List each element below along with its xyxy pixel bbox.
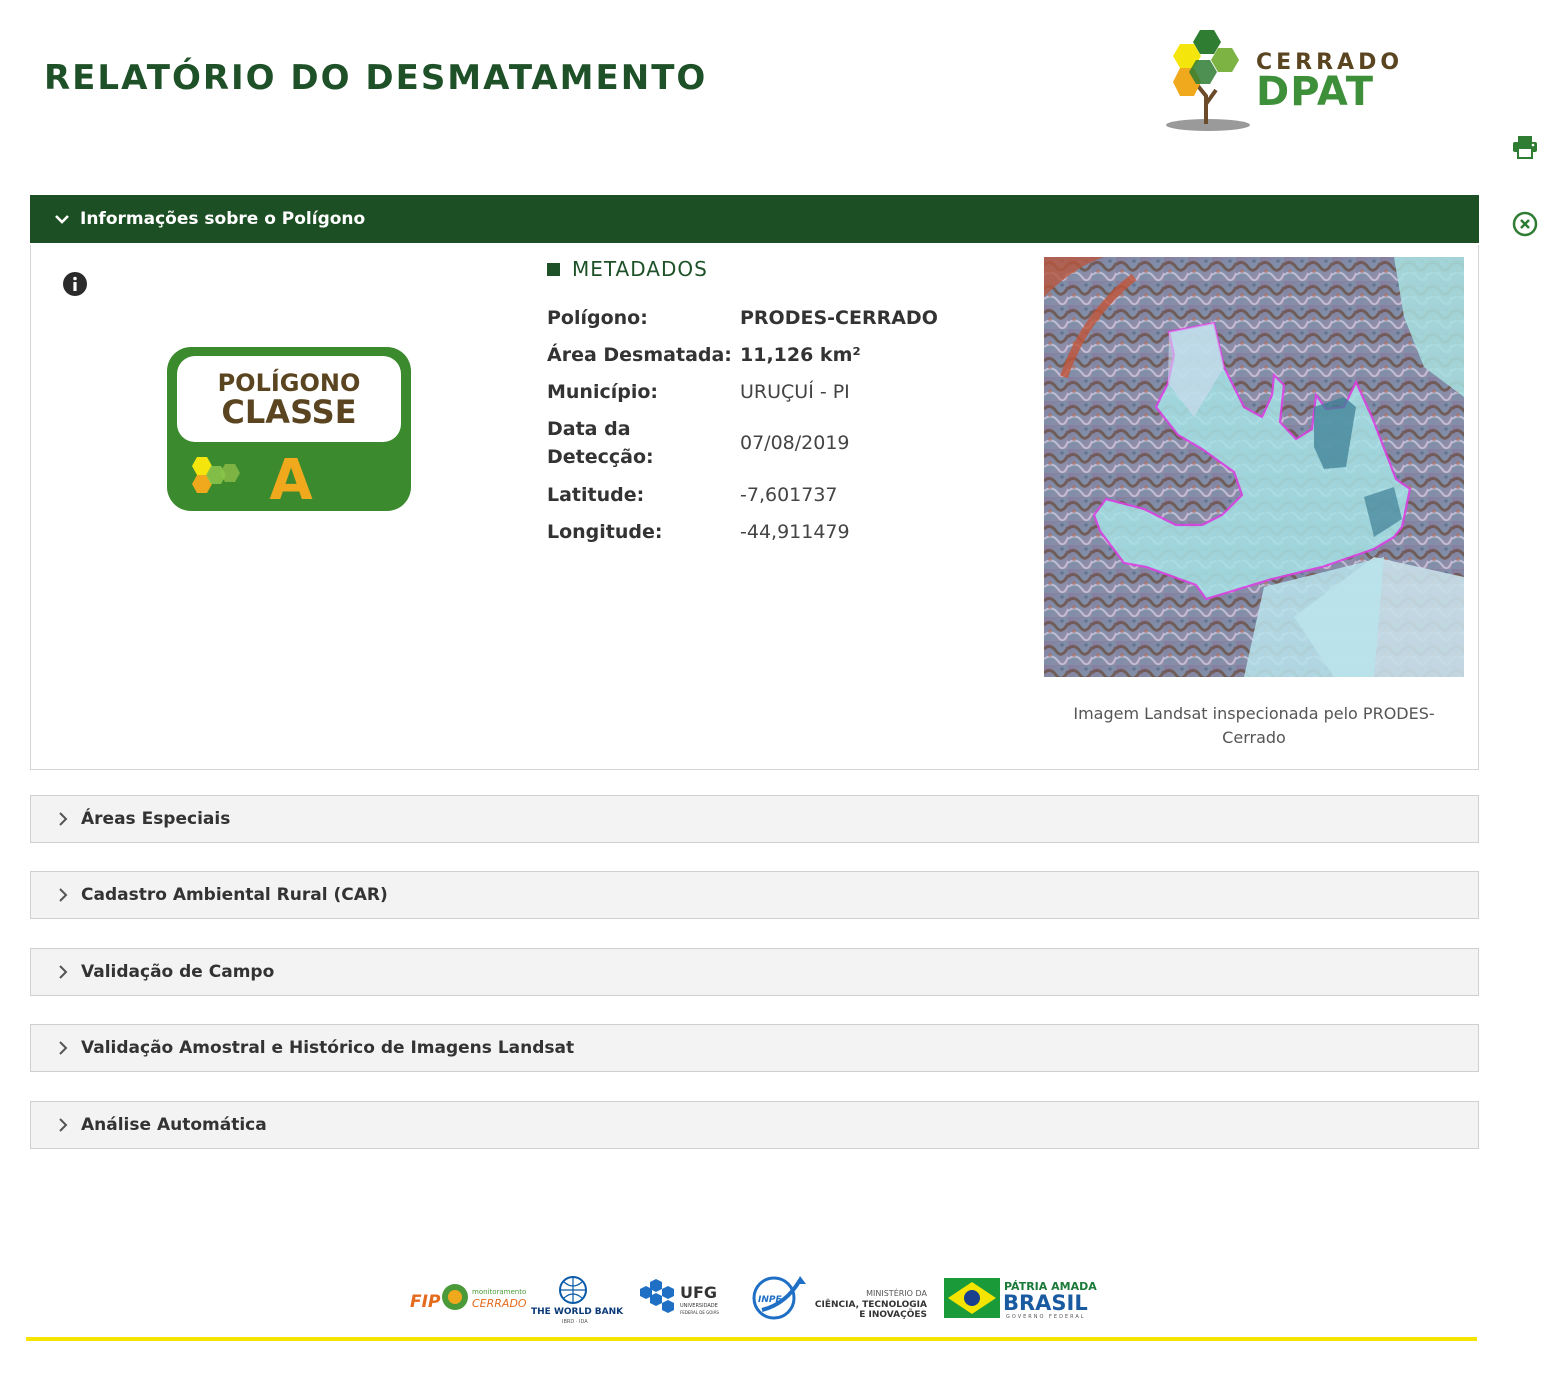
footer-divider xyxy=(26,1337,1477,1341)
metadata-value: -44,911479 xyxy=(740,520,850,543)
chevron-right-icon xyxy=(55,887,71,903)
badge-class-letter: A xyxy=(269,448,313,511)
world-bank-logo: THE WORLD BANK IBRD · IDA xyxy=(531,1276,624,1325)
accordion-header-field-validation[interactable]: Validação de Campo xyxy=(30,948,1479,996)
metadata-heading-text: METADADOS xyxy=(572,257,708,281)
brasil-line3: GOVERNO FEDERAL xyxy=(1006,1314,1086,1320)
metadata-table: Polígono: PRODES-CERRADO Área Desmatada:… xyxy=(547,299,938,550)
metadata-row: Polígono: PRODES-CERRADO xyxy=(547,299,938,336)
ufg-text: UFG xyxy=(680,1283,717,1302)
metadata-key: Município: xyxy=(547,380,659,403)
metadata-key: Data da Detecção: xyxy=(547,418,654,468)
close-circle-icon xyxy=(1512,211,1538,237)
mcti-line3: E INOVAÇÕES xyxy=(859,1308,927,1320)
brasil-gov-logo: PÁTRIA AMADA BRASIL GOVERNO FEDERAL xyxy=(944,1278,1097,1320)
report-page: RELATÓRIO DO DESMATAMENTO CERRADO DPAT I… xyxy=(0,0,1548,1376)
accordion-body-polygon-info: POLÍGONO CLASSE A METADADOS Polígono: PR… xyxy=(30,245,1479,770)
accordion-header-car[interactable]: Cadastro Ambiental Rural (CAR) xyxy=(30,871,1479,919)
metadata-row: Área Desmatada: 11,126 km² xyxy=(547,336,938,373)
ufg-sub2: FEDERAL DE GOIÁS xyxy=(680,1310,719,1315)
metadata-value: PRODES-CERRADO xyxy=(740,306,938,329)
tree-logo-icon xyxy=(1166,30,1250,131)
landsat-image-caption: Imagem Landsat inspecionada pelo PRODES-… xyxy=(1073,704,1435,747)
accordion-label: Áreas Especiais xyxy=(81,809,231,829)
mcti-logo: MINISTÉRIO DA CIÊNCIA, TECNOLOGIA E INOV… xyxy=(815,1287,928,1320)
accordion-label: Validação Amostral e Histórico de Imagen… xyxy=(81,1038,575,1058)
inpe-text: INPE xyxy=(758,1295,782,1305)
page-title: RELATÓRIO DO DESMATAMENTO xyxy=(44,58,708,98)
world-bank-text: THE WORLD BANK xyxy=(531,1307,624,1317)
accordion-header-special-areas[interactable]: Áreas Especiais xyxy=(30,795,1479,843)
partner-logos: FIP monitoramento CERRADO THE WORLD BANK… xyxy=(400,1270,1100,1326)
print-button[interactable] xyxy=(1510,132,1540,162)
accordion-label: Informações sobre o Polígono xyxy=(80,209,366,229)
metadata-key: Latitude: xyxy=(547,483,645,506)
metadata-heading: METADADOS xyxy=(547,257,708,281)
brasil-line2: BRASIL xyxy=(1003,1291,1088,1315)
accordion-header-automatic-analysis[interactable]: Análise Automática xyxy=(30,1101,1479,1149)
polygon-class-badge: POLÍGONO CLASSE A xyxy=(167,347,411,513)
chevron-down-icon xyxy=(54,211,70,227)
fip-sub1: monitoramento xyxy=(472,1288,526,1296)
close-button[interactable] xyxy=(1510,209,1540,239)
ufg-sub1: UNIVERSIDADE xyxy=(680,1303,718,1309)
accordion-label: Validação de Campo xyxy=(81,962,275,982)
metadata-value: URUÇUÍ - PI xyxy=(740,380,850,403)
accordion-label: Análise Automática xyxy=(81,1115,267,1135)
badge-line2: CLASSE xyxy=(221,393,356,431)
metadata-key: Polígono: xyxy=(547,306,648,329)
metadata-row: Data da Detecção: 07/08/2019 xyxy=(547,410,938,476)
chevron-right-icon xyxy=(55,1040,71,1056)
landsat-image xyxy=(1044,257,1464,677)
chevron-right-icon xyxy=(55,964,71,980)
accordion-label: Cadastro Ambiental Rural (CAR) xyxy=(81,885,388,905)
mcti-line2: CIÊNCIA, TECNOLOGIA xyxy=(815,1298,927,1310)
metadata-key: Área Desmatada: xyxy=(547,343,732,366)
metadata-value: -7,601737 xyxy=(740,483,838,506)
fip-sub2: CERRADO xyxy=(472,1297,527,1310)
world-bank-sub: IBRD · IDA xyxy=(562,1319,588,1325)
printer-icon xyxy=(1513,136,1537,159)
heading-square-icon xyxy=(547,262,560,276)
metadata-row: Latitude: -7,601737 xyxy=(547,476,938,513)
fip-logo: FIP monitoramento CERRADO xyxy=(410,1284,527,1312)
info-icon[interactable] xyxy=(63,272,87,296)
metadata-value: 07/08/2019 xyxy=(740,432,850,454)
metadata-row: Longitude: -44,911479 xyxy=(547,513,938,550)
ufg-logo: UFG UNIVERSIDADE FEDERAL DE GOIÁS xyxy=(640,1279,719,1315)
metadata-key: Longitude: xyxy=(547,520,663,543)
fip-text: FIP xyxy=(410,1292,441,1312)
logo-text-dpat: DPAT xyxy=(1256,69,1374,115)
chevron-right-icon xyxy=(55,811,71,827)
accordion-header-sample-validation[interactable]: Validação Amostral e Histórico de Imagen… xyxy=(30,1024,1479,1072)
cerrado-dpat-logo: CERRADO DPAT xyxy=(1160,26,1440,136)
metadata-row: Município: URUÇUÍ - PI xyxy=(547,373,938,410)
accordion-header-polygon-info[interactable]: Informações sobre o Polígono xyxy=(30,195,1479,243)
inpe-logo: INPE xyxy=(752,1276,806,1320)
chevron-right-icon xyxy=(55,1117,71,1133)
mcti-line1: MINISTÉRIO DA xyxy=(866,1287,927,1298)
metadata-value: 11,126 km² xyxy=(740,343,861,366)
